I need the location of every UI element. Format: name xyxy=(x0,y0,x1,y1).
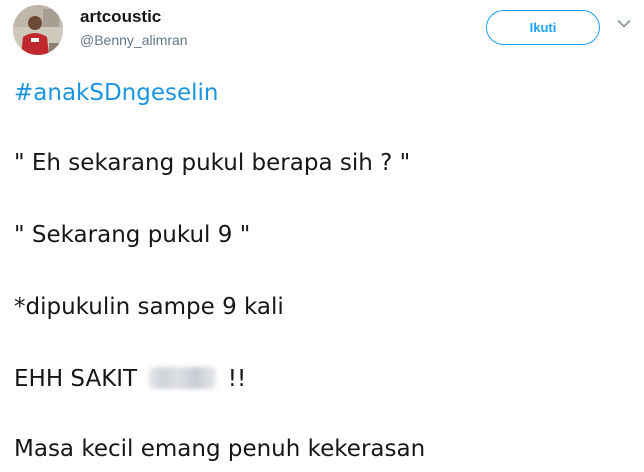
avatar-image xyxy=(13,5,63,55)
tweet-card: artcoustic @Benny_alimran Ikuti #anakSDn… xyxy=(0,0,644,472)
tweet-line-4-suffix: !! xyxy=(227,366,247,392)
chevron-down-icon[interactable] xyxy=(617,19,631,29)
tweet-line-5: Masa kecil emang penuh kekerasan xyxy=(14,436,426,462)
avatar[interactable] xyxy=(13,5,63,55)
follow-button[interactable]: Ikuti xyxy=(486,10,600,45)
tweet-line-1: " Eh sekarang pukul berapa sih ? " xyxy=(14,150,411,176)
tweet-line-3: *dipukulin sampe 9 kali xyxy=(14,294,284,320)
tweet-hashtag-line: #anakSDngeselin xyxy=(14,78,218,108)
author-display-name[interactable]: artcoustic xyxy=(80,7,161,27)
author-handle[interactable]: @Benny_alimran xyxy=(80,32,188,48)
hashtag-link[interactable]: #anakSDngeselin xyxy=(14,80,218,106)
tweet-line-2: " Sekarang pukul 9 " xyxy=(14,222,251,248)
tweet-line-4: EHH SAKIT !! xyxy=(14,364,246,394)
tweet-line-4-prefix: EHH SAKIT xyxy=(14,366,138,392)
censored-word-blur xyxy=(148,367,217,389)
